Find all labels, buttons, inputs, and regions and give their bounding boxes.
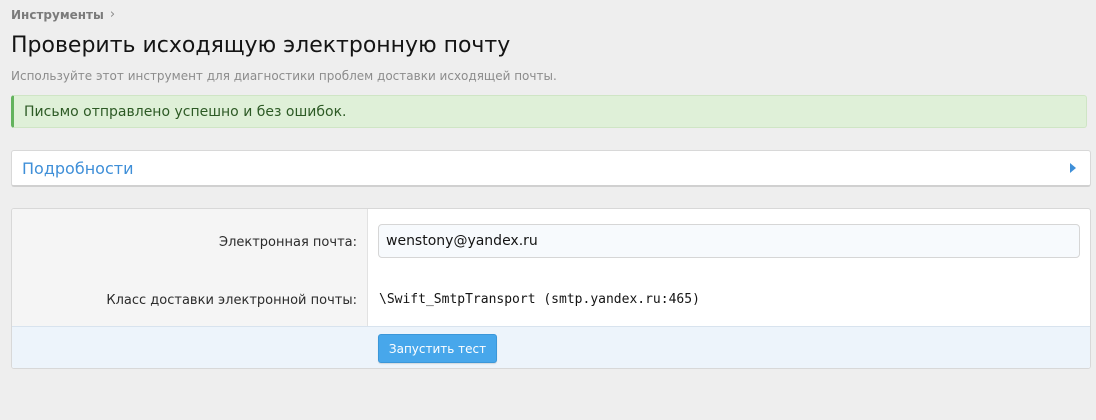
- transport-label: Класс доставки электронной почты:: [106, 293, 357, 308]
- transport-value: \Swift_SmtpTransport (smtp.yandex.ru:465…: [379, 292, 700, 307]
- form-label-column: Электронная почта: Класс доставки электр…: [12, 209, 368, 326]
- test-email-form: Электронная почта: Класс доставки электр…: [11, 208, 1091, 369]
- page-description: Используйте этот инструмент для диагност…: [11, 69, 557, 83]
- breadcrumb: Инструменты ›: [11, 7, 115, 22]
- email-input[interactable]: [378, 224, 1080, 258]
- page-title: Проверить исходящую электронную почту: [11, 33, 511, 58]
- success-alert-message: Письмо отправлено успешно и без ошибок.: [24, 103, 347, 120]
- chevron-right-icon: ›: [109, 7, 116, 22]
- form-footer: Запустить тест: [12, 326, 1090, 368]
- details-label: Подробности: [22, 158, 134, 178]
- email-label: Электронная почта:: [219, 235, 357, 250]
- details-toggle[interactable]: Подробности: [11, 150, 1091, 187]
- success-alert: Письмо отправлено успешно и без ошибок.: [11, 95, 1087, 128]
- run-test-button[interactable]: Запустить тест: [378, 334, 497, 363]
- breadcrumb-item-tools[interactable]: Инструменты: [11, 8, 104, 22]
- triangle-right-icon: [1070, 163, 1076, 173]
